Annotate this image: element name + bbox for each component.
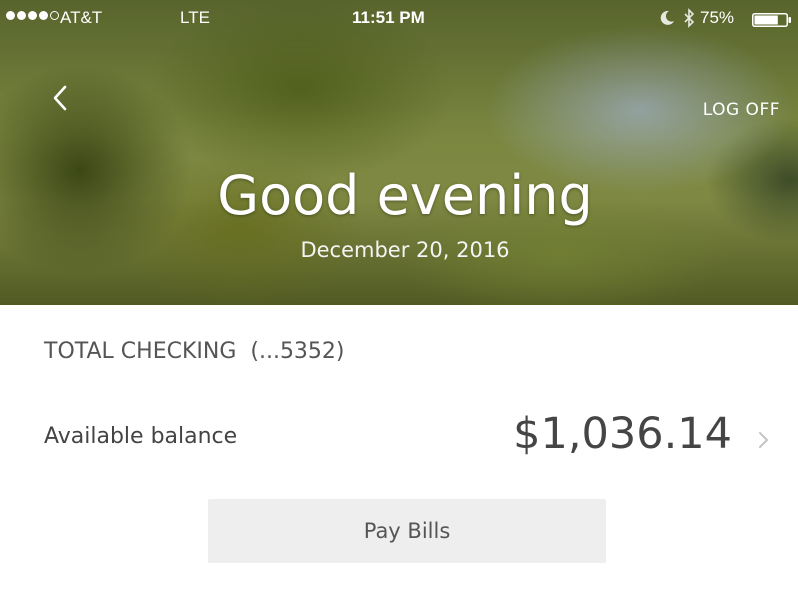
signal-dot xyxy=(39,11,48,20)
status-bar: AT&T LTE 11:51 PM 75% xyxy=(0,0,798,40)
signal-dot xyxy=(50,11,59,20)
carrier-name: AT&T xyxy=(60,8,103,27)
greeting-date: December 20, 2016 xyxy=(300,238,510,262)
available-balance-amount[interactable]: $1,036.14 xyxy=(513,409,732,459)
battery-icon xyxy=(752,13,791,27)
account-name: TOTAL CHECKING xyxy=(44,339,237,364)
pay-bills-button[interactable]: Pay Bills xyxy=(208,499,606,563)
back-button[interactable] xyxy=(46,78,74,118)
bluetooth-icon xyxy=(684,8,695,28)
available-balance-label: Available balance xyxy=(44,424,238,449)
chevron-left-icon xyxy=(53,85,67,111)
moon-icon xyxy=(660,10,674,25)
chevron-right-icon[interactable] xyxy=(755,426,773,454)
signal-dot xyxy=(28,11,37,20)
greeting-title: Good evening xyxy=(217,164,593,227)
signal-strength-icon xyxy=(6,11,59,20)
signal-dot xyxy=(6,11,15,20)
account-number: (...5352) xyxy=(250,339,345,364)
network-type: LTE xyxy=(180,8,210,27)
status-time: 11:51 PM xyxy=(352,8,425,27)
signal-dot xyxy=(17,11,26,20)
account-title: TOTAL CHECKING (...5352) xyxy=(44,339,345,364)
logoff-button[interactable]: LOG OFF xyxy=(703,100,780,120)
battery-percentage: 75% xyxy=(700,8,735,27)
